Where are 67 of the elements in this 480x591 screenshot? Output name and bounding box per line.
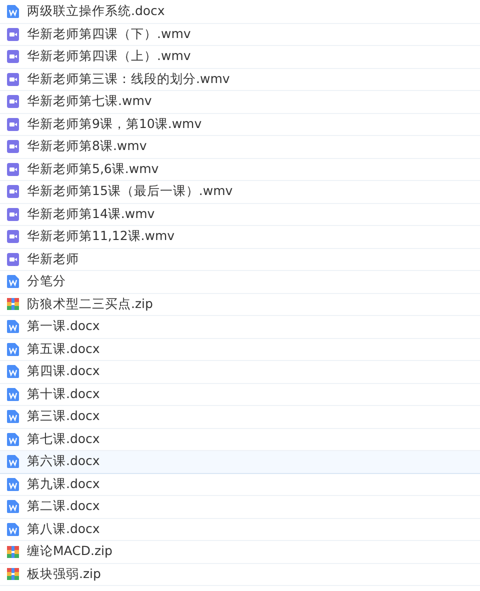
file-name: 华新老师第5,6课.wmv <box>27 160 159 178</box>
file-row[interactable]: 第七课.docx <box>0 428 480 451</box>
document-icon <box>7 388 19 401</box>
file-row[interactable]: 华新老师第四课（下）.wmv <box>0 24 480 46</box>
file-name: 华新老师第四课（上）.wmv <box>27 48 191 66</box>
video-icon <box>7 140 19 154</box>
document-icon <box>7 320 19 334</box>
archive-icon <box>7 546 19 558</box>
file-row[interactable]: 华新老师第三课：线段的划分.wmv <box>0 68 480 91</box>
file-name: 华新老师第三课：线段的划分.wmv <box>27 70 230 88</box>
file-name: 第二课.docx <box>27 498 100 516</box>
file-name: 缠论MACD.zip <box>27 543 112 560</box>
file-name: 华新老师第四课（下）.wmv <box>27 26 191 43</box>
video-icon <box>7 185 19 198</box>
file-row[interactable]: 防狼术型二三买点.zip <box>0 294 480 316</box>
file-row[interactable]: 第十课.docx <box>0 384 480 406</box>
document-icon <box>7 410 19 424</box>
file-name: 华新老师 <box>27 250 79 268</box>
document-icon <box>7 342 19 356</box>
video-icon <box>7 95 19 108</box>
file-row[interactable]: 华新老师第9课，第10课.wmv <box>0 114 480 136</box>
file-name: 华新老师第七课.wmv <box>27 93 152 110</box>
document-icon <box>7 522 19 536</box>
file-name: 华新老师第8课.wmv <box>27 138 147 156</box>
archive-icon <box>7 568 19 580</box>
file-name: 第一课.docx <box>27 318 100 336</box>
file-name: 华新老师第14课.wmv <box>27 206 155 223</box>
file-name: 第八课.docx <box>27 520 100 538</box>
file-name: 第三课.docx <box>27 408 100 426</box>
video-icon <box>7 230 19 244</box>
file-name: 第六课.docx <box>27 453 100 470</box>
file-name: 华新老师第11,12课.wmv <box>27 228 175 246</box>
file-row[interactable]: 华新老师第14课.wmv <box>0 204 480 226</box>
file-name: 第四课.docx <box>27 363 100 380</box>
document-icon <box>7 455 19 468</box>
file-name: 第十课.docx <box>27 386 100 403</box>
document-icon <box>7 500 19 514</box>
video-icon <box>7 118 19 131</box>
video-icon <box>7 252 19 266</box>
file-name: 华新老师第9课，第10课.wmv <box>27 116 202 133</box>
file-name: 两级联立操作系统.docx <box>27 3 165 20</box>
file-name: 防狼术型二三买点.zip <box>27 296 153 313</box>
file-name: 板块强弱.zip <box>27 566 101 583</box>
file-name: 第五课.docx <box>27 340 100 358</box>
video-icon <box>7 162 19 176</box>
file-name: 第九课.docx <box>27 476 100 493</box>
document-icon <box>7 432 19 446</box>
document-icon <box>7 478 19 491</box>
document-icon <box>7 275 19 288</box>
file-name: 分笔分 <box>27 273 66 290</box>
file-row[interactable]: 第九课.docx <box>0 474 480 496</box>
file-row[interactable]: 华新老师第5,6课.wmv <box>0 158 480 181</box>
file-name: 第七课.docx <box>27 430 100 448</box>
file-row[interactable]: 第六课.docx <box>0 451 480 474</box>
document-icon <box>7 5 19 18</box>
archive-icon <box>7 298 19 310</box>
file-row[interactable]: 两级联立操作系统.docx <box>0 1 480 24</box>
video-icon <box>7 28 19 41</box>
video-icon <box>7 50 19 64</box>
file-row[interactable]: 华新老师 <box>0 248 480 271</box>
file-row[interactable]: 第五课.docx <box>0 338 480 361</box>
video-icon <box>7 72 19 86</box>
file-name: 华新老师第15课（最后一课）.wmv <box>27 183 233 200</box>
file-row[interactable]: 板块强弱.zip <box>0 564 480 586</box>
video-icon <box>7 208 19 221</box>
file-row[interactable]: 第八课.docx <box>0 518 480 541</box>
document-icon <box>7 365 19 378</box>
